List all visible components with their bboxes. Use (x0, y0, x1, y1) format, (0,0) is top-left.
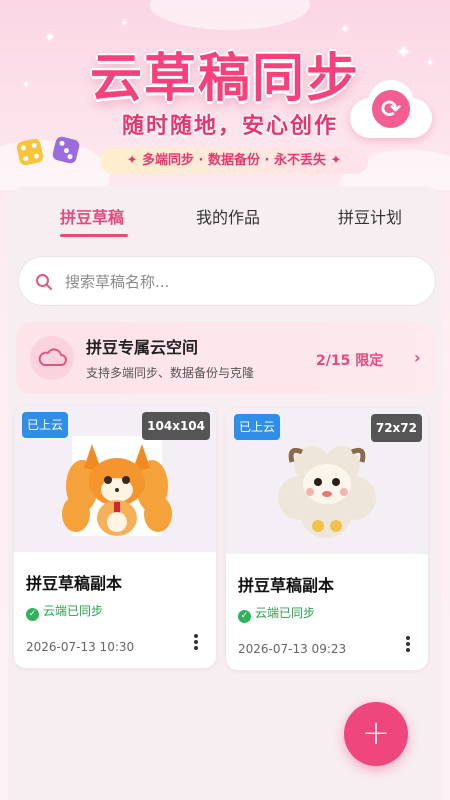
cloud-sync-icon: ⟳ (350, 80, 432, 138)
search-bar[interactable] (18, 256, 436, 306)
cloud-space-card[interactable]: 拼豆专属云空间 支持多端同步、数据备份与克隆 2/15 限定 › (16, 322, 436, 394)
cloud-check-icon: ✓ (238, 610, 251, 623)
sync-status: ✓ 云端已同步 (26, 602, 103, 621)
banner-title: 云草稿同步 (89, 49, 360, 109)
tab-bar: 拼豆草稿 我的作品 拼豆计划 (20, 198, 430, 244)
draft-title: 拼豆草稿副本 (26, 574, 123, 593)
cloud-space-quota: 2/15 限定 (316, 353, 384, 369)
size-badge: 104x104 (142, 412, 210, 440)
tab-bead-plan[interactable]: 拼豆计划 (338, 204, 402, 228)
tab-my-works[interactable]: 我的作品 (196, 204, 260, 228)
cloud-space-description: 支持多端同步、数据备份与克隆 (86, 366, 255, 380)
sparkle-icon: ✦ (22, 80, 31, 91)
draft-date: 2026-07-13 09:23 (238, 642, 347, 656)
active-tab-indicator (60, 234, 128, 237)
more-options-icon[interactable] (194, 634, 200, 652)
cloud-icon (30, 336, 74, 380)
size-badge: 72x72 (370, 414, 422, 442)
yellow-dice-icon (15, 137, 45, 167)
sparkle-icon: ✦ (426, 58, 435, 69)
draft-title: 拼豆草稿副本 (238, 576, 335, 595)
uploaded-badge: 已上云 (22, 412, 69, 438)
draft-card[interactable]: 已上云 72x72 拼豆草稿副本 ✓ 云端已同步 2026-07-13 09:23 (226, 408, 428, 670)
promo-banner: ✦ ✦ ✦ ✦ ✦ ✦ 云草稿同步 随时随地，安心创作 ✦ 多端同步 · 数据备… (0, 0, 450, 190)
sparkle-icon: ✦ (340, 22, 351, 36)
cloud-check-icon: ✓ (26, 608, 39, 621)
uploaded-badge: 已上云 (234, 414, 281, 440)
draft-card[interactable]: 已上云 104x104 拼豆草稿副本 ✓ 云端已同步 2026-07-13 10:… (14, 406, 216, 668)
sparkle-icon: ✦ (44, 30, 56, 46)
sync-status: ✓ 云端已同步 (238, 604, 315, 623)
add-draft-button[interactable]: + (344, 702, 408, 766)
banner-subtitle: 随时随地，安心创作 (121, 114, 338, 139)
tab-drafts[interactable]: 拼豆草稿 (60, 204, 124, 228)
cloud-space-title: 拼豆专属云空间 (86, 338, 199, 357)
sparkle-icon: ✦ (396, 42, 412, 63)
draft-date: 2026-07-13 10:30 (26, 640, 135, 654)
banner-tagline: ✦ 多端同步 · 数据备份 · 永不丢失 ✦ (100, 148, 368, 174)
more-options-icon[interactable] (406, 636, 412, 654)
sparkle-icon: ✦ (120, 18, 129, 29)
search-input[interactable] (65, 270, 405, 294)
search-icon (36, 274, 52, 290)
chevron-right-icon: › (414, 348, 421, 367)
